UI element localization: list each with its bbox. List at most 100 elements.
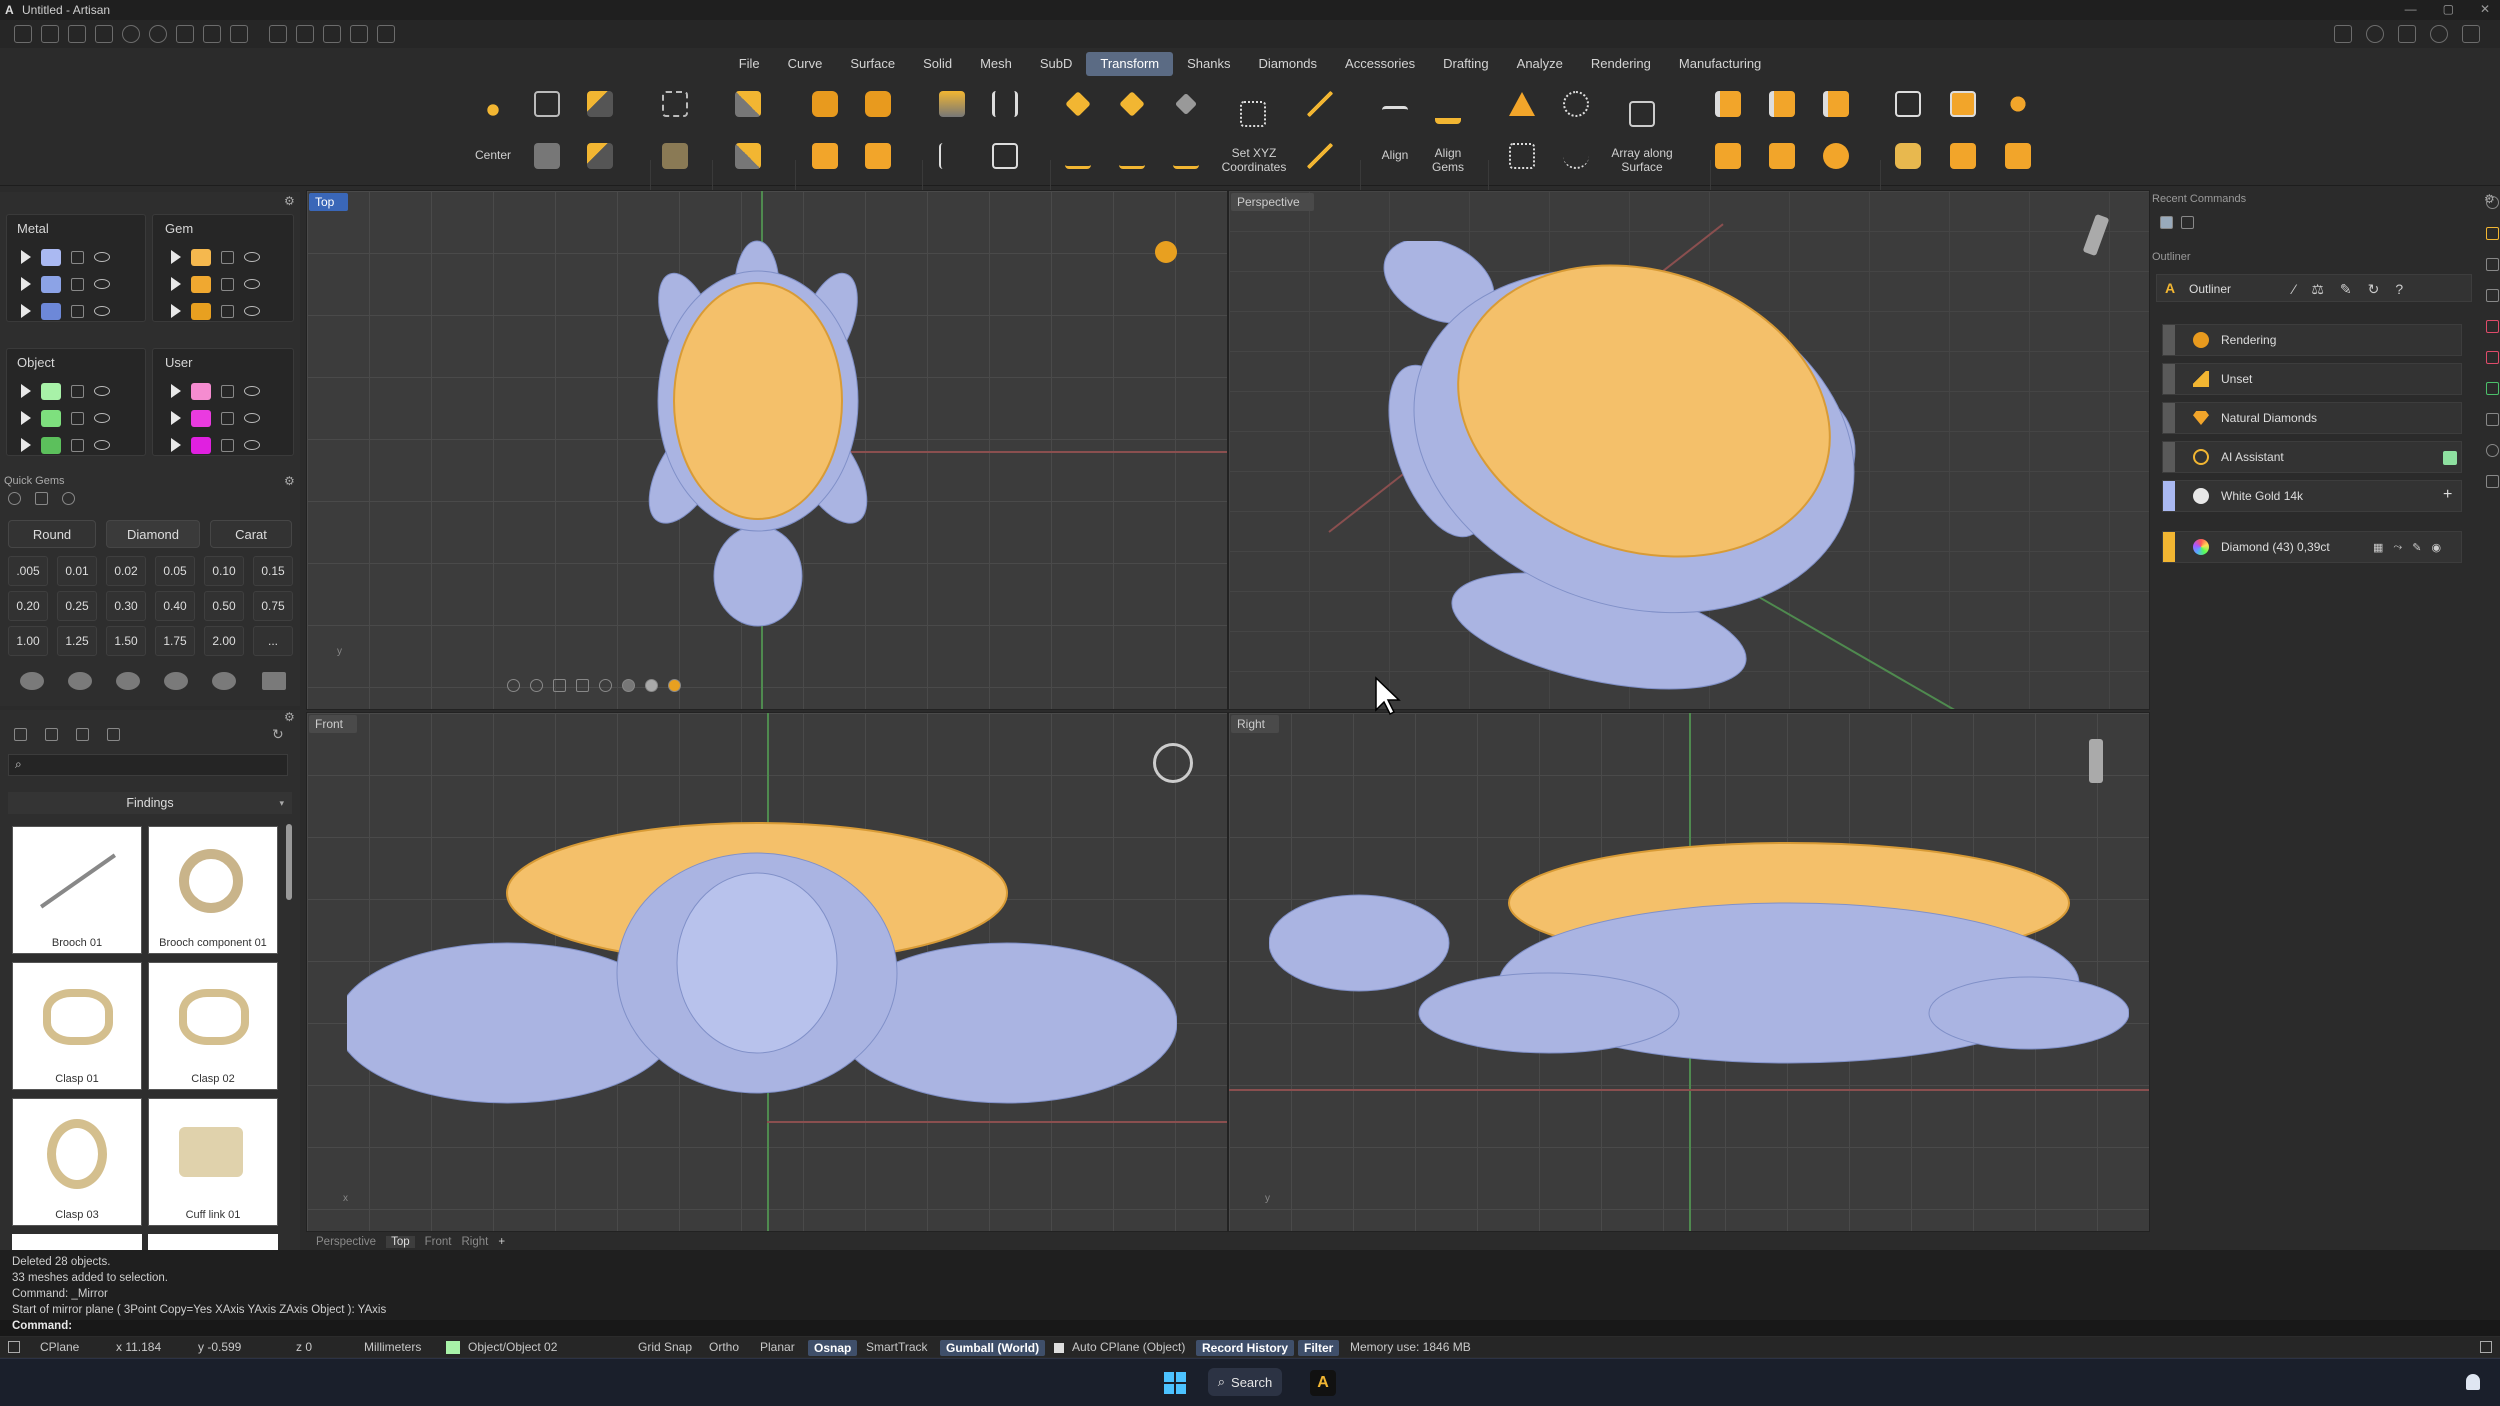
panel-strip-properties-icon[interactable] xyxy=(2485,413,2499,426)
export-icon[interactable] xyxy=(230,25,248,43)
snap-tool-icon[interactable] xyxy=(323,25,341,43)
viewport-tab-front[interactable]: Front xyxy=(309,715,358,733)
array-grid-button[interactable] xyxy=(1502,136,1542,176)
gem-select-button[interactable] xyxy=(1166,84,1206,124)
play-icon[interactable] xyxy=(21,384,31,398)
library-scrollbar[interactable] xyxy=(286,824,292,900)
panel-strip-library-icon[interactable] xyxy=(2485,382,2499,395)
eye-icon[interactable] xyxy=(244,306,260,316)
rotate-3d-button[interactable] xyxy=(728,136,768,176)
camera-icon[interactable] xyxy=(2089,739,2103,783)
play-icon[interactable] xyxy=(171,384,181,398)
save-icon[interactable] xyxy=(176,25,194,43)
help-icon[interactable] xyxy=(2430,25,2448,43)
gem-place-button[interactable] xyxy=(1058,84,1098,124)
carat-button[interactable]: 2.00 xyxy=(204,626,244,656)
eye-icon[interactable] xyxy=(94,413,110,423)
lock-icon[interactable] xyxy=(221,277,234,291)
carat-button[interactable]: 1.25 xyxy=(57,626,97,656)
gem-on-curve-button[interactable] xyxy=(1300,84,1340,124)
status-filter[interactable]: Filter xyxy=(1298,1340,1340,1356)
lock-icon[interactable] xyxy=(221,384,234,398)
panel-strip-settings-icon[interactable] xyxy=(2485,196,2499,209)
gem-shape-pear-icon[interactable] xyxy=(164,672,188,690)
carat-button[interactable]: 1.50 xyxy=(106,626,146,656)
eye-icon[interactable] xyxy=(94,252,110,262)
panel-strip-layers-icon[interactable] xyxy=(2485,258,2499,271)
lock-icon[interactable] xyxy=(71,277,84,291)
play-icon[interactable] xyxy=(171,277,181,291)
minimize-icon[interactable]: — xyxy=(2405,2,2417,16)
status-ortho[interactable]: Ortho xyxy=(709,1340,739,1354)
zoom-window-icon[interactable] xyxy=(576,679,589,692)
rotate-view-icon[interactable] xyxy=(507,679,520,692)
seat-button[interactable] xyxy=(1816,136,1856,176)
outliner-row-natural-diamonds[interactable]: Natural Diamonds xyxy=(2162,402,2462,434)
library-item-partial[interactable] xyxy=(12,1234,142,1250)
library-item-partial[interactable] xyxy=(148,1234,278,1250)
panel-strip-materials-icon[interactable] xyxy=(2485,320,2499,333)
status-gumball[interactable]: Gumball (World) xyxy=(940,1340,1046,1356)
tab-surface[interactable]: Surface xyxy=(836,52,909,76)
move-button[interactable] xyxy=(527,136,567,176)
user-swatch-1[interactable] xyxy=(191,382,211,400)
array-polar-button[interactable] xyxy=(1502,84,1542,124)
set-xyz-button[interactable] xyxy=(1233,94,1273,134)
play-icon[interactable] xyxy=(21,277,31,291)
lock-icon[interactable] xyxy=(221,411,234,425)
array-curve-button[interactable] xyxy=(1556,136,1596,176)
lock-icon[interactable] xyxy=(221,304,234,318)
gem-shape-round-icon[interactable] xyxy=(20,672,44,690)
globe-icon[interactable] xyxy=(599,679,612,692)
play-icon[interactable] xyxy=(21,250,31,264)
eye-icon[interactable] xyxy=(94,306,110,316)
play-icon[interactable] xyxy=(21,304,31,318)
play-icon[interactable] xyxy=(171,438,181,452)
add-icon[interactable]: + xyxy=(2443,486,2452,504)
object-swatch-1[interactable] xyxy=(41,382,61,400)
tab-manufacturing[interactable]: Manufacturing xyxy=(1665,52,1775,76)
gem-shape-heart-icon[interactable] xyxy=(212,672,236,690)
pencil-icon[interactable]: ✎ xyxy=(2340,281,2352,298)
carat-button[interactable]: 0.10 xyxy=(204,556,244,586)
pave-button[interactable] xyxy=(1708,136,1748,176)
carat-button[interactable]: 0.40 xyxy=(155,591,195,621)
tab-accessories[interactable]: Accessories xyxy=(1331,52,1429,76)
new-template-icon[interactable] xyxy=(41,25,59,43)
lock-icon[interactable] xyxy=(221,250,234,264)
panel-strip-help-icon[interactable] xyxy=(2485,475,2499,488)
carat-button[interactable]: 1.75 xyxy=(155,626,195,656)
visibility-eye-icon[interactable]: ◉ xyxy=(2431,541,2441,554)
library-item-cuff-link-01[interactable]: Cuff link 01 xyxy=(148,1098,278,1226)
zoom-icon[interactable] xyxy=(530,679,543,692)
tab-transform[interactable]: Transform xyxy=(1086,52,1174,76)
tab-subd[interactable]: SubD xyxy=(1026,52,1087,76)
gem-swatch-1[interactable] xyxy=(191,248,211,266)
refresh-icon[interactable]: ↻ xyxy=(272,726,284,743)
open-file-icon[interactable] xyxy=(68,25,86,43)
diamond-cut-button[interactable]: Diamond xyxy=(106,520,200,548)
viewport-top[interactable]: Top y xyxy=(306,190,1228,710)
panel-gear-icon[interactable]: ⚙ xyxy=(284,474,295,488)
panel-gear-icon[interactable]: ⚙ xyxy=(284,194,295,208)
tab-analyze[interactable]: Analyze xyxy=(1503,52,1577,76)
align-button[interactable] xyxy=(1375,94,1415,134)
gem-settings-icon[interactable] xyxy=(62,492,75,505)
windows-start-icon[interactable] xyxy=(1164,1372,1186,1394)
center-button[interactable] xyxy=(473,90,513,130)
panel-gear-icon[interactable]: ⚙ xyxy=(284,710,295,724)
display-icon[interactable] xyxy=(2398,25,2416,43)
gumball-ring-icon[interactable] xyxy=(1153,743,1193,783)
shaded-view-icon[interactable] xyxy=(622,679,635,692)
open-folder-icon[interactable] xyxy=(95,25,113,43)
curve-tool-icon[interactable] xyxy=(269,25,287,43)
outliner-row-diamond-group[interactable]: Diamond (43) 0,39ct ▦ ⤳ ✎ ◉ xyxy=(2162,531,2462,563)
gumball-icon[interactable] xyxy=(1155,241,1177,263)
carat-button[interactable]: 0.75 xyxy=(253,591,293,621)
pick-button[interactable] xyxy=(655,136,695,176)
taskbar-search[interactable]: ⌕ Search xyxy=(1208,1368,1282,1396)
object-swatch-3[interactable] xyxy=(41,436,61,454)
outliner-row-ai-assistant[interactable]: AI Assistant xyxy=(2162,441,2462,473)
refresh-icon[interactable]: ↻ xyxy=(2368,281,2380,298)
carat-mode-button[interactable]: Carat xyxy=(210,520,292,548)
